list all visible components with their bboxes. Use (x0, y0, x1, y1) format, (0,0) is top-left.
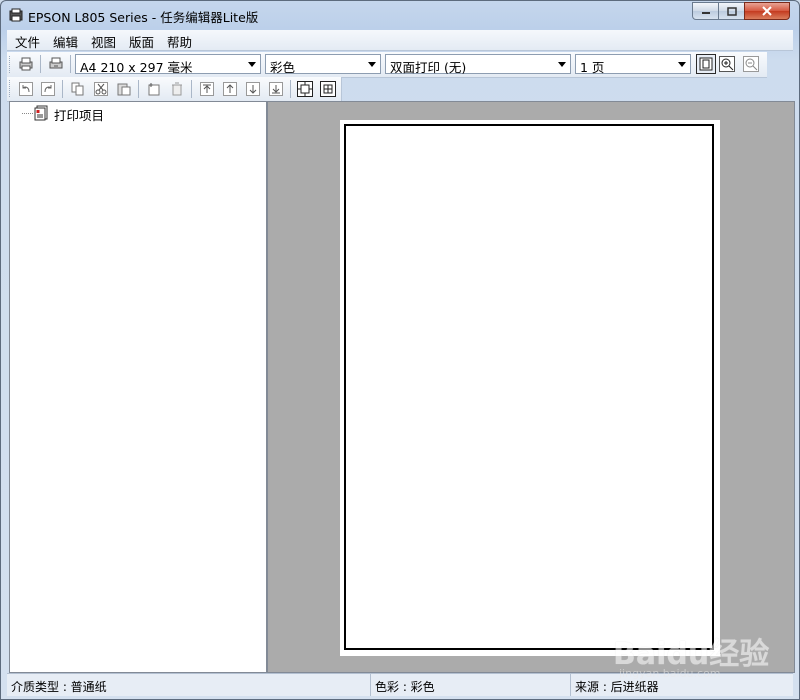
chevron-down-icon (558, 62, 566, 67)
fit-page-icon[interactable] (696, 54, 716, 74)
status-source-cell: 来源 : 后进纸器 (571, 674, 793, 696)
page-layout-alt-icon[interactable] (319, 80, 337, 98)
tree-item-print-project[interactable]: 打印项目 (54, 105, 104, 124)
app-window: EPSON L805 Series - 任务编辑器Lite版 文件 编辑 视图 … (0, 0, 800, 700)
printable-area-border (344, 124, 714, 650)
tree-connector (22, 113, 33, 114)
toolbar-separator (70, 55, 71, 73)
pages-select[interactable]: 1 页 (575, 54, 691, 75)
move-down-icon[interactable] (244, 80, 262, 98)
copy-icon[interactable] (69, 80, 87, 98)
duplex-select[interactable]: 双面打印 (无) (385, 54, 571, 75)
menu-bar: 文件 编辑 视图 版面 帮助 (7, 30, 793, 51)
page-preview-area[interactable] (267, 101, 795, 673)
delete-icon[interactable] (168, 80, 186, 98)
edit-toolbar (7, 77, 342, 102)
title-bar[interactable]: EPSON L805 Series - 任务编辑器Lite版 (1, 1, 799, 29)
page-preview[interactable] (340, 120, 720, 656)
page-layout-icon[interactable] (296, 80, 314, 98)
menu-layout[interactable]: 版面 (129, 32, 154, 51)
paper-size-select[interactable]: A4 210 x 297 毫米 (75, 54, 261, 75)
toolbar-grip[interactable] (9, 56, 13, 73)
pages-value: 1 页 (580, 60, 605, 75)
print-settings-icon[interactable] (47, 55, 65, 73)
color-mode-value: 彩色 (270, 60, 296, 75)
minimize-button[interactable] (692, 2, 719, 20)
paper-size-value: A4 210 x 297 毫米 (80, 60, 193, 75)
maximize-button[interactable] (718, 2, 745, 20)
color-mode-select[interactable]: 彩色 (265, 54, 381, 75)
move-top-icon[interactable] (198, 80, 216, 98)
print-job-icon (34, 105, 48, 121)
status-color-cell: 色彩 : 彩色 (371, 674, 571, 696)
window-title: EPSON L805 Series - 任务编辑器Lite版 (28, 10, 259, 25)
status-media-cell: 介质类型 : 普通纸 (7, 674, 371, 696)
main-toolbar: A4 210 x 297 毫米 彩色 双面打印 (无) 1 页 (7, 52, 767, 78)
paste-icon[interactable] (115, 80, 133, 98)
toolbar-separator (290, 80, 291, 98)
cut-icon[interactable] (92, 80, 110, 98)
zoom-in-icon[interactable] (718, 55, 736, 73)
chevron-down-icon (678, 62, 686, 67)
toolbar-separator (40, 55, 41, 73)
chevron-down-icon (248, 62, 256, 67)
toolbar-separator (138, 80, 139, 98)
undo-icon[interactable] (17, 80, 35, 98)
new-page-icon[interactable] (145, 80, 163, 98)
status-source: 来源 : 后进纸器 (575, 680, 659, 694)
move-up-icon[interactable] (221, 80, 239, 98)
menu-help[interactable]: 帮助 (167, 32, 192, 51)
status-bar: 介质类型 : 普通纸 色彩 : 彩色 来源 : 后进纸器 (7, 673, 793, 696)
zoom-out-icon[interactable] (742, 55, 760, 73)
toolbar-separator (191, 80, 192, 98)
app-icon (9, 8, 23, 22)
print-item-tree[interactable]: 打印项目 (9, 101, 267, 673)
menu-view[interactable]: 视图 (91, 32, 116, 51)
duplex-value: 双面打印 (无) (390, 60, 467, 75)
move-bottom-icon[interactable] (267, 80, 285, 98)
minimize-icon (701, 12, 710, 14)
status-color: 色彩 : 彩色 (375, 680, 435, 694)
redo-icon[interactable] (39, 80, 57, 98)
toolbar-separator (62, 80, 63, 98)
menu-file[interactable]: 文件 (15, 32, 40, 51)
printer-icon[interactable] (17, 55, 35, 73)
toolbar-grip[interactable] (9, 80, 13, 97)
close-icon (762, 6, 772, 16)
menu-edit[interactable]: 编辑 (53, 32, 78, 51)
chevron-down-icon (368, 62, 376, 67)
maximize-icon (726, 6, 737, 16)
status-media-type: 介质类型 : 普通纸 (11, 680, 107, 694)
close-button[interactable] (744, 2, 790, 20)
